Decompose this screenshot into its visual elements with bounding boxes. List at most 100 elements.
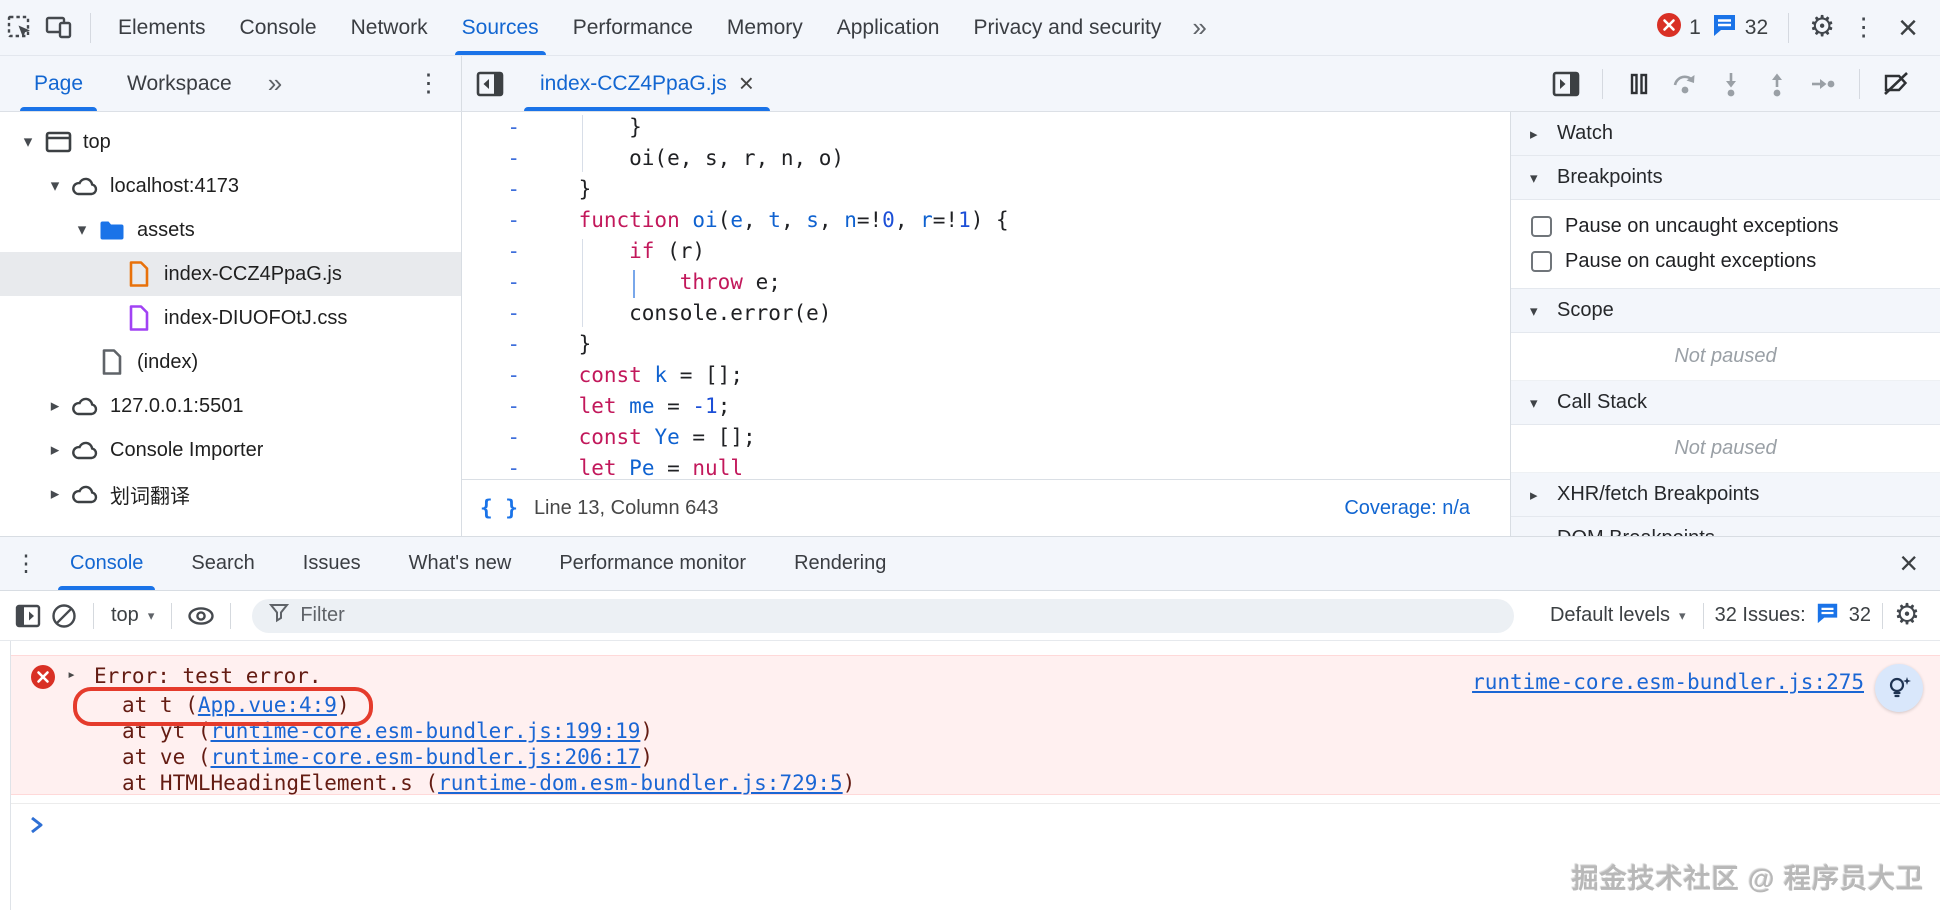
code-text[interactable]: if (r) bbox=[526, 236, 705, 267]
code-text[interactable]: let me = -1; bbox=[526, 391, 730, 422]
section-header-xhr-fetch-breakpoints[interactable]: ▸XHR/fetch Breakpoints bbox=[1511, 473, 1940, 517]
tree-item-划词翻译[interactable]: ▸划词翻译 bbox=[0, 472, 461, 516]
live-expression-eye-icon[interactable] bbox=[183, 598, 219, 634]
code-text[interactable]: function oi(e, t, s, n=!0, r=!1) { bbox=[526, 205, 1009, 236]
toggle-navigator-icon[interactable] bbox=[470, 64, 510, 104]
step-icon[interactable] bbox=[1803, 64, 1843, 104]
line-number[interactable]: - bbox=[462, 267, 526, 298]
tree-item-top[interactable]: ▾top bbox=[0, 120, 461, 164]
line-number[interactable]: - bbox=[462, 112, 526, 143]
ai-insight-bulb-icon[interactable] bbox=[1875, 664, 1923, 712]
expand-triangle-icon[interactable]: ▸ bbox=[67, 665, 76, 683]
main-menu-kebab-icon[interactable]: ⋮ bbox=[1845, 15, 1882, 40]
file-tab-active[interactable]: index-CCZ4PpaG.js × bbox=[520, 56, 774, 111]
main-tab-performance[interactable]: Performance bbox=[556, 0, 710, 55]
line-number[interactable]: - bbox=[462, 143, 526, 174]
code-text[interactable]: oi(e, s, r, n, o) bbox=[526, 143, 844, 174]
code-text[interactable]: let Pe = null bbox=[526, 453, 743, 479]
section-header-call-stack[interactable]: ▾Call Stack bbox=[1511, 381, 1940, 425]
navigator-tab-page[interactable]: Page bbox=[12, 56, 105, 111]
tree-expander-icon[interactable]: ▸ bbox=[41, 484, 69, 504]
line-number[interactable]: - bbox=[462, 205, 526, 236]
checkbox-unchecked[interactable] bbox=[1531, 251, 1552, 272]
tree-expander-icon[interactable]: ▾ bbox=[41, 176, 69, 196]
main-tab-privacy-and-security[interactable]: Privacy and security bbox=[956, 0, 1178, 55]
issues-count-badge[interactable]: 32 bbox=[1711, 12, 1768, 44]
stack-frame-link[interactable]: runtime-core.esm-bundler.js:206:17 bbox=[211, 745, 641, 769]
tree-item-index-diuofotj-css[interactable]: index-DIUOFOtJ.css bbox=[0, 296, 461, 340]
navigator-tab-workspace[interactable]: Workspace bbox=[105, 56, 254, 111]
device-toolbar-icon[interactable] bbox=[40, 8, 80, 48]
console-filter-input[interactable]: Filter bbox=[252, 599, 1514, 633]
pause-script-icon[interactable] bbox=[1619, 64, 1659, 104]
code-text[interactable]: console.error(e) bbox=[526, 298, 831, 329]
checkbox-unchecked[interactable] bbox=[1531, 216, 1552, 237]
tree-item-assets[interactable]: ▾assets bbox=[0, 208, 461, 252]
code-text[interactable]: } bbox=[526, 329, 591, 360]
line-number[interactable]: - bbox=[462, 174, 526, 205]
drawer-tab-rendering[interactable]: Rendering bbox=[776, 537, 904, 590]
code-area[interactable]: - }- oi(e, s, r, n, o)- }- function oi(e… bbox=[462, 112, 1510, 479]
section-header-breakpoints[interactable]: ▾Breakpoints bbox=[1511, 156, 1940, 200]
tree-item-localhost-4173[interactable]: ▾localhost:4173 bbox=[0, 164, 461, 208]
pretty-print-icon[interactable]: { } bbox=[480, 496, 518, 520]
main-tab-application[interactable]: Application bbox=[820, 0, 957, 55]
clear-console-icon[interactable] bbox=[46, 598, 82, 634]
tree-item--index-[interactable]: (index) bbox=[0, 340, 461, 384]
issues-summary[interactable]: 32 Issues: 32 bbox=[1715, 601, 1871, 631]
step-into-icon[interactable] bbox=[1711, 64, 1751, 104]
tree-expander-icon[interactable]: ▸ bbox=[41, 396, 69, 416]
line-number[interactable]: - bbox=[462, 298, 526, 329]
line-number[interactable]: - bbox=[462, 422, 526, 453]
close-devtools-icon[interactable]: × bbox=[1892, 11, 1924, 45]
more-panels-icon[interactable]: » bbox=[1178, 12, 1220, 43]
line-number[interactable]: - bbox=[462, 453, 526, 479]
console-error-message[interactable]: ▸ Error: test error. runtime-core.esm-bu… bbox=[11, 655, 1940, 795]
code-text[interactable]: } bbox=[526, 112, 642, 143]
line-number[interactable]: - bbox=[462, 360, 526, 391]
tree-expander-icon[interactable]: ▸ bbox=[41, 440, 69, 460]
error-count-badge[interactable]: 1 bbox=[1656, 12, 1701, 44]
drawer-menu-kebab-icon[interactable]: ⋮ bbox=[0, 537, 52, 590]
toggle-debugger-sidebar-icon[interactable] bbox=[1546, 64, 1586, 104]
section-header-watch[interactable]: ▸Watch bbox=[1511, 112, 1940, 156]
code-text[interactable]: throw e; bbox=[526, 267, 781, 298]
drawer-tab-performance-monitor[interactable]: Performance monitor bbox=[541, 537, 764, 590]
error-source-link[interactable]: runtime-core.esm-bundler.js:275 bbox=[1472, 670, 1864, 694]
main-tab-memory[interactable]: Memory bbox=[710, 0, 820, 55]
step-over-icon[interactable] bbox=[1665, 64, 1705, 104]
tree-item-index-ccz4ppag-js[interactable]: index-CCZ4PpaG.js bbox=[0, 252, 461, 296]
main-tab-sources[interactable]: Sources bbox=[445, 0, 556, 55]
deactivate-breakpoints-icon[interactable] bbox=[1876, 64, 1916, 104]
tree-expander-icon[interactable]: ▾ bbox=[68, 220, 96, 240]
inspect-element-icon[interactable] bbox=[0, 8, 40, 48]
navigator-menu-kebab-icon[interactable]: ⋮ bbox=[410, 71, 447, 96]
drawer-tab-what-s-new[interactable]: What's new bbox=[391, 537, 530, 590]
drawer-tab-search[interactable]: Search bbox=[173, 537, 272, 590]
tree-expander-icon[interactable]: ▾ bbox=[14, 132, 42, 152]
drawer-tab-console[interactable]: Console bbox=[52, 537, 161, 590]
log-levels-selector[interactable]: Default levels ▾ bbox=[1544, 604, 1692, 627]
line-number[interactable]: - bbox=[462, 236, 526, 267]
console-sidebar-toggle-icon[interactable] bbox=[10, 598, 46, 634]
main-tab-console[interactable]: Console bbox=[223, 0, 334, 55]
section-header-scope[interactable]: ▾Scope bbox=[1511, 289, 1940, 333]
stack-frame-link[interactable]: runtime-core.esm-bundler.js:199:19 bbox=[211, 719, 641, 743]
step-out-icon[interactable] bbox=[1757, 64, 1797, 104]
settings-gear-icon[interactable]: ⚙ bbox=[1809, 13, 1835, 42]
tree-item-console-importer[interactable]: ▸Console Importer bbox=[0, 428, 461, 472]
coverage-link[interactable]: Coverage: n/a bbox=[1344, 497, 1470, 520]
line-number[interactable]: - bbox=[462, 391, 526, 422]
main-tab-elements[interactable]: Elements bbox=[101, 0, 223, 55]
code-text[interactable]: const Ye = []; bbox=[526, 422, 756, 453]
code-text[interactable]: const k = []; bbox=[526, 360, 743, 391]
drawer-tab-issues[interactable]: Issues bbox=[285, 537, 379, 590]
line-number[interactable]: - bbox=[462, 329, 526, 360]
stack-frame-link[interactable]: App.vue:4:9 bbox=[198, 693, 337, 717]
code-text[interactable]: } bbox=[526, 174, 591, 205]
main-tab-network[interactable]: Network bbox=[334, 0, 445, 55]
console-prompt[interactable] bbox=[11, 803, 1940, 847]
section-header-dom-breakpoints[interactable]: ▸DOM Breakpoints bbox=[1511, 517, 1940, 536]
stack-frame-link[interactable]: runtime-dom.esm-bundler.js:729:5 bbox=[438, 771, 843, 795]
more-navigator-tabs-icon[interactable]: » bbox=[254, 68, 296, 99]
